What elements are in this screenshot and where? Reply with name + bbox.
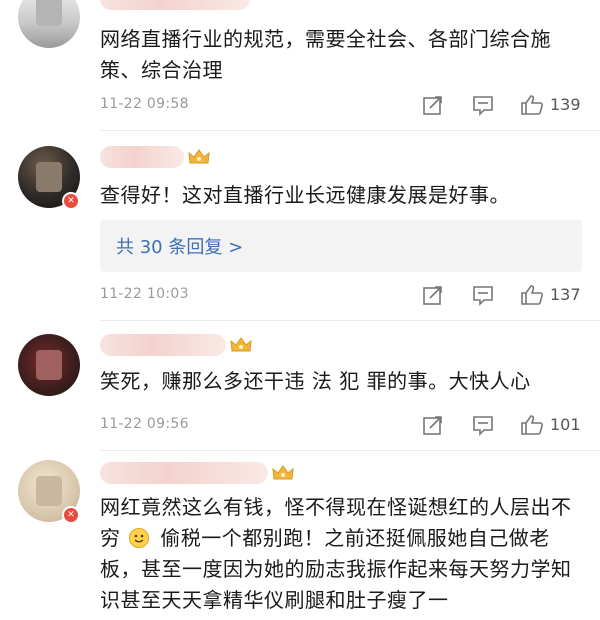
comment-text: 查得好！这对直播行业长远健康发展是好事。 bbox=[100, 183, 510, 207]
comment-meta: 11-22 10:03 137 bbox=[100, 284, 581, 308]
comment-text: 网红竟然这么有钱，怪不得现在怪诞想红的人层出不穷 偷税一个都别跑！之前还挺佩服她… bbox=[100, 492, 580, 616]
crown-icon bbox=[188, 149, 210, 164]
thumbs-up-icon[interactable] bbox=[520, 94, 544, 116]
like-count: 101 bbox=[550, 415, 581, 434]
comment-time: 11-22 09:58 bbox=[100, 96, 189, 112]
comment-icon[interactable] bbox=[472, 414, 494, 436]
thumbs-up-icon[interactable] bbox=[520, 284, 544, 306]
comment-time: 11-22 09:56 bbox=[100, 416, 189, 432]
username-blurred[interactable] bbox=[100, 146, 184, 168]
verified-badge-icon: ✕ bbox=[62, 192, 80, 210]
comment-text: 笑死，赚那么多还干违 法 犯 罪的事。大快人心 bbox=[100, 369, 531, 393]
comment-icon[interactable] bbox=[472, 284, 494, 306]
like-count: 139 bbox=[550, 95, 581, 114]
avatar-blur bbox=[36, 476, 62, 506]
comment-item: ✕ 网红竟然这么有钱，怪不得现在怪诞想红的人层出不穷 偷税一个都别跑！之前还挺佩… bbox=[0, 450, 600, 620]
thumbs-up-icon[interactable] bbox=[520, 414, 544, 436]
smile-emoji-icon bbox=[129, 528, 150, 548]
like-count: 137 bbox=[550, 285, 581, 304]
crown-icon bbox=[230, 337, 252, 352]
share-icon[interactable] bbox=[422, 284, 444, 306]
avatar-blur bbox=[36, 162, 62, 192]
avatar[interactable] bbox=[18, 334, 80, 396]
username-blurred[interactable] bbox=[100, 462, 268, 484]
comment-meta: 11-22 09:56 101 bbox=[100, 414, 581, 438]
crown-icon bbox=[272, 465, 294, 480]
share-icon[interactable] bbox=[422, 414, 444, 436]
avatar-blur bbox=[36, 350, 62, 380]
comment-item: ✕ 查得好！这对直播行业长远健康发展是好事。 共 30 条回复 > 11-22 … bbox=[0, 130, 600, 320]
share-icon[interactable] bbox=[422, 94, 444, 116]
comment-time: 11-22 10:03 bbox=[100, 286, 189, 302]
comment-text-part2: 偷税一个都别跑！之前还挺佩服她自己做老板，甚至一度因为她的励志我振作起来每天努力… bbox=[100, 526, 572, 612]
avatar-blur bbox=[36, 0, 62, 26]
comment-icon[interactable] bbox=[472, 94, 494, 116]
comment-item: 网络直播行业的规范，需要全社会、各部门综合施策、综合治理 11-22 09:58… bbox=[0, 0, 600, 130]
username-blurred[interactable] bbox=[100, 334, 226, 356]
avatar[interactable] bbox=[18, 0, 80, 48]
comment-meta: 11-22 09:58 139 bbox=[100, 94, 581, 118]
verified-badge-icon: ✕ bbox=[62, 506, 80, 524]
comment-item: 笑死，赚那么多还干违 法 犯 罪的事。大快人心 11-22 09:56 101 bbox=[0, 320, 600, 450]
comment-text: 网络直播行业的规范，需要全社会、各部门综合施策、综合治理 bbox=[100, 27, 551, 82]
replies-link-label[interactable]: 共 30 条回复 > bbox=[116, 233, 243, 259]
username-blurred[interactable] bbox=[100, 0, 250, 10]
replies-link[interactable]: 共 30 条回复 > bbox=[100, 220, 582, 272]
